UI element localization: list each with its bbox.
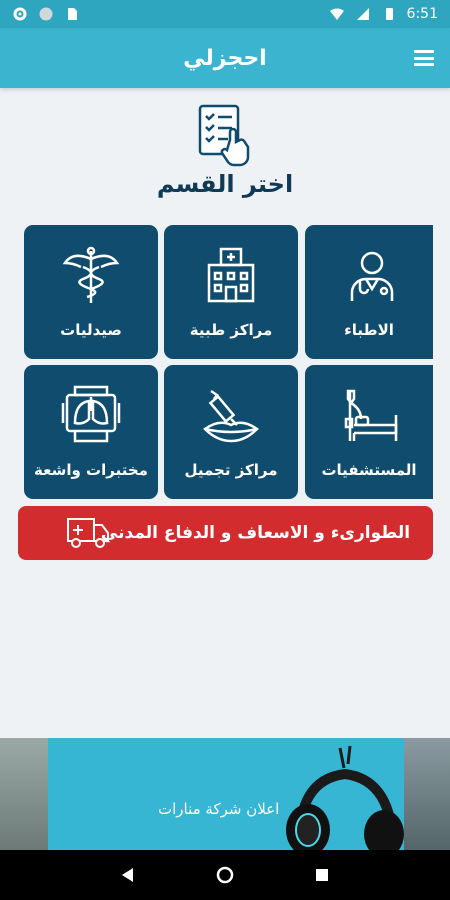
tile-pharmacies[interactable]: صيدليات <box>24 225 158 359</box>
tile-cosmetic-centers[interactable]: مراكز تجميل <box>164 365 298 499</box>
section-title: اختر القسم <box>156 170 294 198</box>
ad-image-left <box>0 738 48 850</box>
tile-label: مختبرات واشعة <box>34 461 148 479</box>
battery-icon <box>385 8 393 20</box>
recents-icon[interactable] <box>312 865 332 885</box>
wifi-icon <box>329 8 344 20</box>
checklist-pointer-icon <box>198 104 250 167</box>
ad-banner[interactable] <box>0 738 450 850</box>
ambulance-icon <box>67 518 109 548</box>
hospital-bed-icon <box>344 389 398 441</box>
status-bar: 6:51 <box>0 0 450 28</box>
doctor-icon <box>350 251 394 301</box>
tile-label: مراكز طبية <box>189 321 273 339</box>
hospital-building-icon <box>207 247 255 303</box>
headphones-icon <box>286 745 404 850</box>
tile-label: صيدليات <box>60 321 122 339</box>
tile-hospitals[interactable]: المستشفيات <box>305 365 433 499</box>
app-title: احجزلي <box>183 45 267 71</box>
emergency-button[interactable]: الطوارىء و الاسعاف و الدفاع المدني <box>18 506 433 560</box>
back-icon[interactable] <box>118 865 138 885</box>
xray-lungs-icon <box>61 385 121 443</box>
tile-labs-radiology[interactable]: مختبرات واشعة <box>24 365 158 499</box>
emergency-label: الطوارىء و الاسعاف و الدفاع المدني <box>100 523 411 543</box>
sim-icon <box>68 8 77 20</box>
ad-text: اعلان شركة منارات <box>158 800 280 818</box>
tile-label: مراكز تجميل <box>184 461 278 479</box>
tile-label: الاطباء <box>344 321 394 339</box>
ad-image-right <box>404 738 450 850</box>
caduceus-icon <box>62 246 120 303</box>
hamburger-menu-icon[interactable] <box>412 46 436 70</box>
tile-medical-centers[interactable]: مراكز طبية <box>164 225 298 359</box>
tile-doctors[interactable]: الاطباء <box>305 225 433 359</box>
navigation-bar <box>0 850 450 900</box>
tile-label: المستشفيات <box>321 461 417 479</box>
gear-icon <box>13 7 27 21</box>
home-icon[interactable] <box>215 865 235 885</box>
signal-icon <box>356 8 369 20</box>
status-time: 6:51 <box>406 6 438 22</box>
circle-icon <box>39 7 53 21</box>
lips-syringe-icon <box>203 389 259 443</box>
app-bar: احجزلي <box>0 28 450 88</box>
